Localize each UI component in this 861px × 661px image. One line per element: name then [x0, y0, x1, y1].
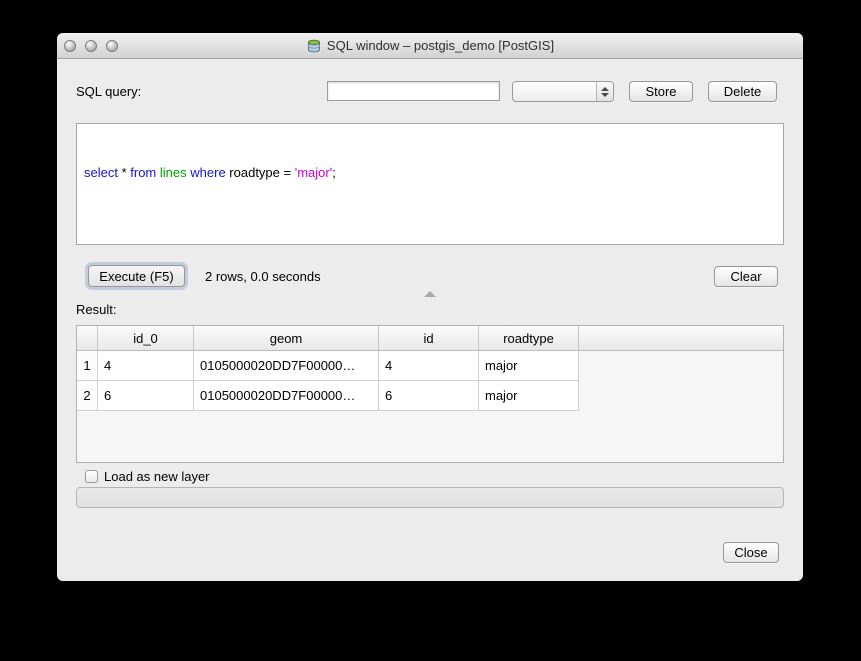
cell-roadtype[interactable]: major	[479, 381, 579, 411]
title-bar[interactable]: SQL window – postgis_demo [PostGIS]	[57, 33, 803, 59]
sql-token: where	[190, 165, 225, 180]
close-button[interactable]: Close	[723, 542, 779, 563]
delete-button[interactable]: Delete	[708, 81, 777, 102]
column-header-id0[interactable]: id_0	[98, 326, 194, 350]
sql-token: roadtype =	[226, 165, 295, 180]
row-filler	[579, 381, 783, 411]
title-wrap: SQL window – postgis_demo [PostGIS]	[306, 38, 554, 54]
query-name-input[interactable]	[327, 81, 500, 101]
result-table: id_0 geom id roadtype 1 4 0105000020DD7F…	[76, 325, 784, 463]
cell-id0[interactable]: 6	[98, 381, 194, 411]
cell-id0[interactable]: 4	[98, 351, 194, 381]
sql-window: SQL window – postgis_demo [PostGIS] SQL …	[57, 33, 803, 581]
sql-query-label: SQL query:	[76, 84, 141, 99]
stored-query-select[interactable]	[512, 81, 614, 102]
load-layer-row: Load as new layer	[85, 469, 210, 484]
query-status-text: 2 rows, 0.0 seconds	[205, 269, 321, 284]
splitter-arrow-icon[interactable]	[424, 291, 436, 297]
row-number-header[interactable]	[77, 326, 98, 350]
column-header-geom[interactable]: geom	[194, 326, 379, 350]
cell-geom[interactable]: 0105000020DD7F00000…	[194, 381, 379, 411]
traffic-lights	[64, 40, 118, 52]
sql-token: from	[130, 165, 156, 180]
execute-button[interactable]: Execute (F5)	[88, 265, 185, 287]
zoom-window-button[interactable]	[106, 40, 118, 52]
sql-token: 'major'	[295, 165, 332, 180]
cell-id[interactable]: 6	[379, 381, 479, 411]
minimize-window-button[interactable]	[85, 40, 97, 52]
row-number-cell: 2	[77, 381, 98, 411]
combo-stepper-icon	[596, 82, 613, 101]
postgis-db-icon	[306, 38, 322, 54]
cell-geom[interactable]: 0105000020DD7F00000…	[194, 351, 379, 381]
close-window-button[interactable]	[64, 40, 76, 52]
sql-token: ;	[332, 165, 336, 180]
result-label: Result:	[76, 302, 116, 317]
load-as-new-layer-checkbox[interactable]	[85, 470, 98, 483]
store-button[interactable]: Store	[629, 81, 693, 102]
sql-token: lines	[160, 165, 187, 180]
clear-button[interactable]: Clear	[714, 266, 778, 287]
new-layer-name-input	[76, 487, 784, 508]
load-as-new-layer-label: Load as new layer	[104, 469, 210, 484]
result-table-header: id_0 geom id roadtype	[77, 326, 783, 351]
sql-token: *	[118, 165, 130, 180]
header-filler	[579, 326, 783, 350]
sql-text-line: select * from lines where roadtype = 'ma…	[84, 164, 776, 181]
table-row[interactable]: 2 6 0105000020DD7F00000… 6 major	[77, 381, 783, 411]
column-header-id[interactable]: id	[379, 326, 479, 350]
cell-id[interactable]: 4	[379, 351, 479, 381]
sql-editor[interactable]: select * from lines where roadtype = 'ma…	[76, 123, 784, 245]
row-number-cell: 1	[77, 351, 98, 381]
cell-roadtype[interactable]: major	[479, 351, 579, 381]
column-header-roadtype[interactable]: roadtype	[479, 326, 579, 350]
sql-token: select	[84, 165, 118, 180]
table-row[interactable]: 1 4 0105000020DD7F00000… 4 major	[77, 351, 783, 381]
row-filler	[579, 351, 783, 381]
window-title: SQL window – postgis_demo [PostGIS]	[327, 38, 554, 53]
